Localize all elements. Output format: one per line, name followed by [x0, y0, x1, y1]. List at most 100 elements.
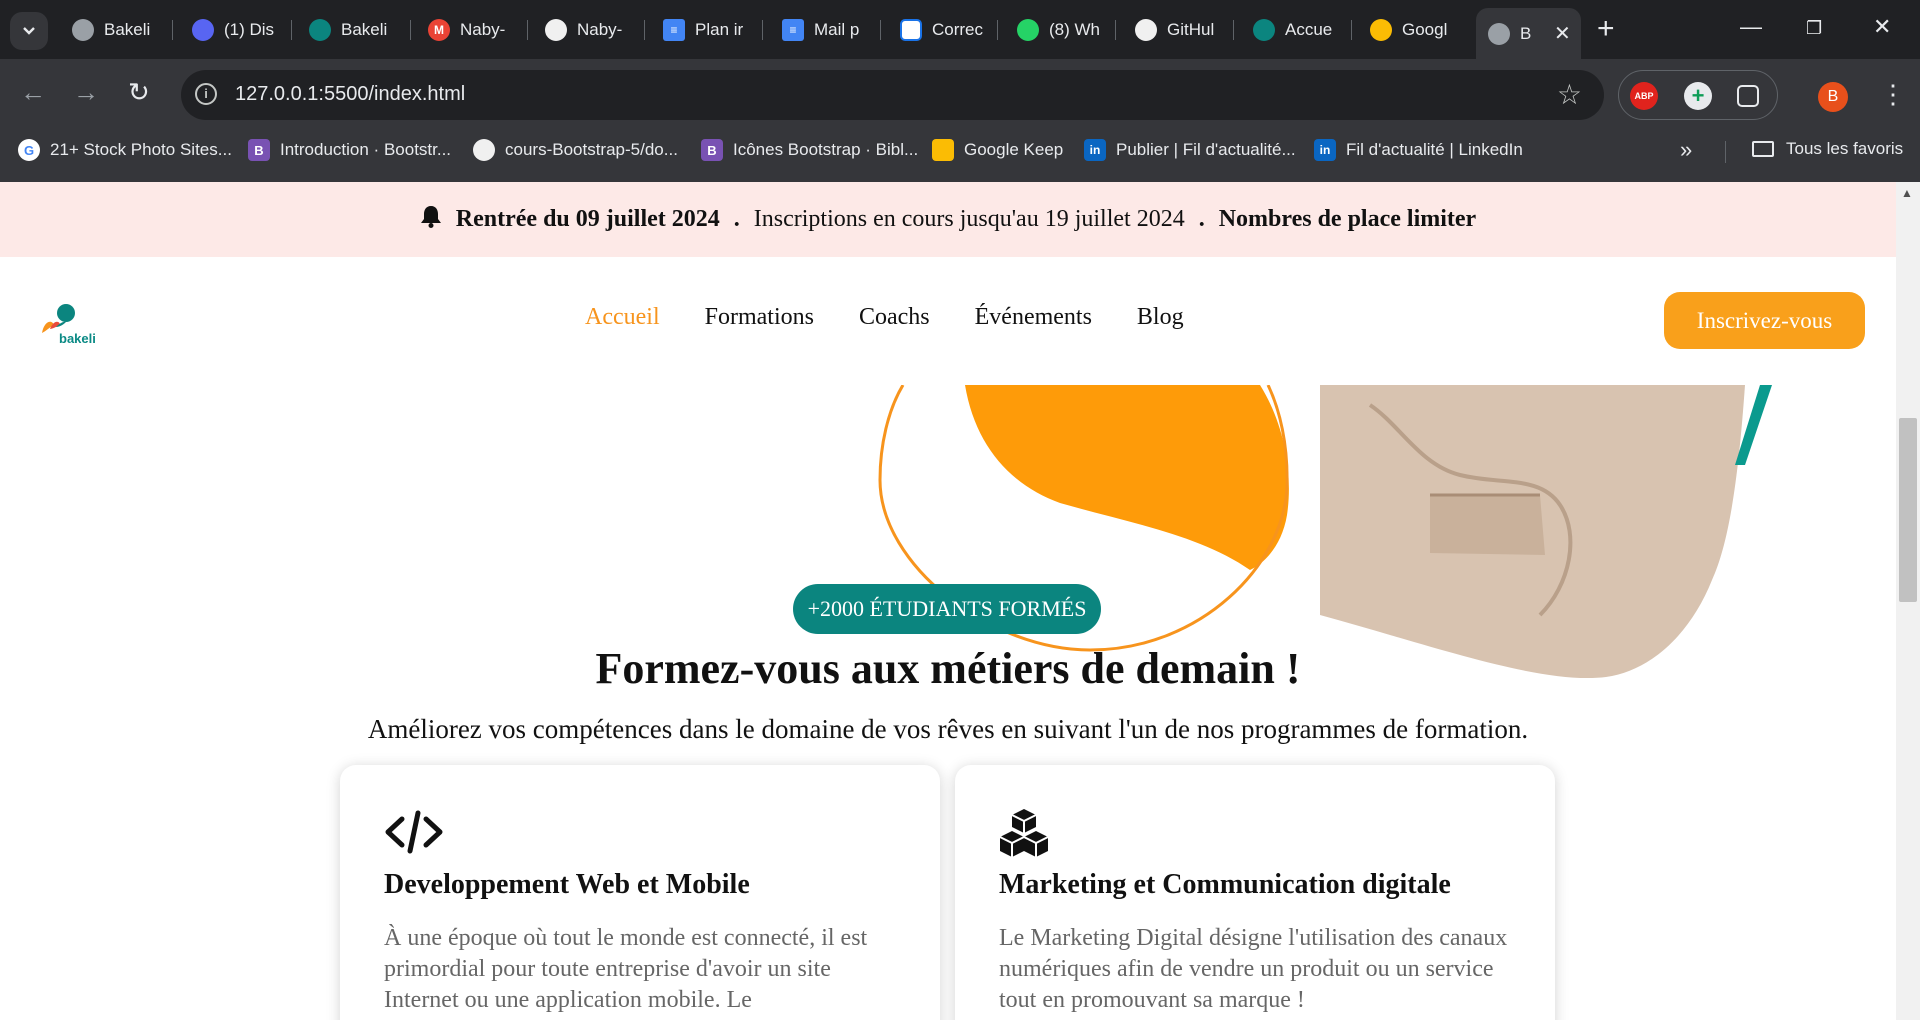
- register-button[interactable]: Inscrivez-vous: [1664, 292, 1865, 349]
- bookmark-item[interactable]: G 21+ Stock Photo Sites...: [18, 139, 232, 161]
- google-icon: G: [18, 139, 40, 161]
- reverso-icon: [900, 19, 922, 41]
- hero-title: Formez-vous aux métiers de demain !: [595, 644, 1301, 693]
- docs-icon: ≡: [663, 19, 685, 41]
- nav-link-blog[interactable]: Blog: [1137, 304, 1184, 331]
- tab[interactable]: Bakeli: [72, 10, 162, 50]
- new-tab-button[interactable]: +: [1597, 14, 1615, 44]
- tab-separator: [172, 20, 173, 40]
- tab-label: Correc: [932, 20, 984, 39]
- nav-links: Accueil Formations Coachs Événements Blo…: [585, 304, 1229, 331]
- bookmarks-separator: [1725, 141, 1726, 163]
- profile-avatar[interactable]: B: [1818, 82, 1848, 112]
- more-menu-icon[interactable]: ⋮: [1880, 79, 1906, 110]
- bell-icon: [420, 204, 442, 235]
- tab-separator: [1351, 20, 1352, 40]
- tab-separator: [644, 20, 645, 40]
- add-extension-icon[interactable]: +: [1684, 82, 1712, 110]
- url-text[interactable]: 127.0.0.1:5500/index.html: [235, 83, 465, 106]
- tab[interactable]: Accue: [1253, 10, 1339, 50]
- discord-icon: [192, 19, 214, 41]
- bookmark-label: cours-Bootstrap-5/do...: [505, 140, 678, 159]
- bookmark-item[interactable]: in Publier | Fil d'actualité...: [1084, 139, 1296, 161]
- tab-separator: [997, 20, 998, 40]
- tab[interactable]: (1) Dis: [192, 10, 282, 50]
- bakeli-icon: [309, 19, 331, 41]
- tab-label: Naby-: [460, 20, 506, 39]
- formation-card[interactable]: Developpement Web et Mobile À une époque…: [340, 765, 940, 1020]
- tab-active[interactable]: B ✕: [1476, 8, 1581, 59]
- card-title: Developpement Web et Mobile: [384, 869, 750, 900]
- bookmark-item[interactable]: B Icônes Bootstrap · Bibl...: [701, 139, 918, 161]
- bookmark-label: Fil d'actualité | LinkedIn: [1346, 140, 1523, 159]
- adblock-icon[interactable]: ABP: [1630, 82, 1658, 110]
- announcement-places: Nombres de place limiter: [1218, 206, 1477, 232]
- tab[interactable]: M Naby-: [428, 10, 514, 50]
- bookmark-item[interactable]: B Introduction · Bootstr...: [248, 139, 451, 161]
- puzzle-icon[interactable]: [1737, 85, 1759, 107]
- tab-strip: Bakeli (1) Dis Bakeli M Naby- Naby- ≡ Pl…: [0, 0, 1920, 59]
- minimize-icon[interactable]: —: [1740, 14, 1762, 40]
- tab-label: Plan ir: [695, 20, 744, 39]
- nav-link-evenements[interactable]: Événements: [975, 304, 1092, 331]
- announcement-bar: Rentrée du 09 juillet 2024 . Inscription…: [0, 182, 1896, 257]
- tab-label: B: [1520, 23, 1532, 43]
- tab-label: Bakeli: [341, 20, 388, 39]
- info-icon[interactable]: i: [195, 83, 217, 105]
- tab[interactable]: Correc: [900, 10, 986, 50]
- tab[interactable]: ≡ Plan ir: [663, 10, 749, 50]
- browser-chrome: Bakeli (1) Dis Bakeli M Naby- Naby- ≡ Pl…: [0, 0, 1920, 182]
- bookmark-label: Publier | Fil d'actualité...: [1116, 140, 1296, 159]
- google-lens-icon: [1370, 19, 1392, 41]
- scroll-up-icon[interactable]: ▲: [1901, 186, 1913, 200]
- github-icon: [545, 19, 567, 41]
- tab-label: Bakeli: [104, 20, 151, 39]
- close-icon[interactable]: ✕: [1554, 21, 1571, 46]
- address-bar[interactable]: i 127.0.0.1:5500/index.html ☆: [181, 70, 1604, 120]
- bookmark-item[interactable]: Google Keep: [932, 139, 1063, 161]
- nav-link-accueil[interactable]: Accueil: [585, 304, 660, 331]
- logo-text: bakeli: [59, 331, 96, 346]
- all-bookmarks-label: Tous les favoris: [1786, 139, 1904, 158]
- tab-separator: [291, 20, 292, 40]
- tab[interactable]: (8) Wh: [1017, 10, 1103, 50]
- tab[interactable]: Googl: [1370, 10, 1456, 50]
- tab[interactable]: GitHul: [1135, 10, 1221, 50]
- bookmark-item[interactable]: in Fil d'actualité | LinkedIn: [1314, 139, 1523, 161]
- reload-icon[interactable]: ↻: [128, 77, 150, 107]
- tab-separator: [762, 20, 763, 40]
- tab-separator: [1115, 20, 1116, 40]
- forward-icon[interactable]: →: [73, 77, 99, 107]
- code-icon: [385, 810, 443, 854]
- tab-separator: [1233, 20, 1234, 40]
- bookmark-item[interactable]: cours-Bootstrap-5/do...: [473, 139, 678, 161]
- bootstrap-icon: B: [248, 139, 270, 161]
- tab-label: Accue: [1285, 20, 1333, 39]
- bookmark-label: 21+ Stock Photo Sites...: [50, 140, 232, 159]
- bookmark-star-icon[interactable]: ☆: [1557, 78, 1582, 111]
- announcement-dot: .: [733, 206, 740, 232]
- scrollbar-thumb[interactable]: [1899, 418, 1917, 602]
- restore-icon[interactable]: ❐: [1806, 18, 1822, 39]
- bookmark-label: Icônes Bootstrap · Bibl...: [733, 140, 919, 159]
- boxes-icon: [999, 809, 1049, 857]
- tab-search-button[interactable]: [10, 12, 48, 50]
- tab[interactable]: ≡ Mail p: [782, 10, 868, 50]
- whatsapp-icon: [1017, 19, 1039, 41]
- nav-link-coachs[interactable]: Coachs: [859, 304, 930, 331]
- back-icon[interactable]: ←: [20, 77, 46, 107]
- chevron-double-right-icon[interactable]: »: [1680, 137, 1692, 163]
- nav-link-formations[interactable]: Formations: [705, 304, 814, 331]
- site-navbar: bakeli Accueil Formations Coachs Événeme…: [0, 257, 1896, 385]
- tab[interactable]: Naby-: [545, 10, 631, 50]
- linkedin-icon: in: [1314, 139, 1336, 161]
- close-window-icon[interactable]: ✕: [1873, 14, 1891, 40]
- formation-card[interactable]: Marketing et Communication digitale Le M…: [955, 765, 1555, 1020]
- globe-icon: [72, 19, 94, 41]
- card-text: À une époque où tout le monde est connec…: [384, 925, 868, 1013]
- tab-label: Googl: [1402, 20, 1448, 39]
- folder-icon: [1752, 141, 1774, 157]
- tab[interactable]: Bakeli: [309, 10, 399, 50]
- all-bookmarks-button[interactable]: Tous les favoris: [1752, 139, 1903, 159]
- chevron-down-icon: [23, 27, 35, 35]
